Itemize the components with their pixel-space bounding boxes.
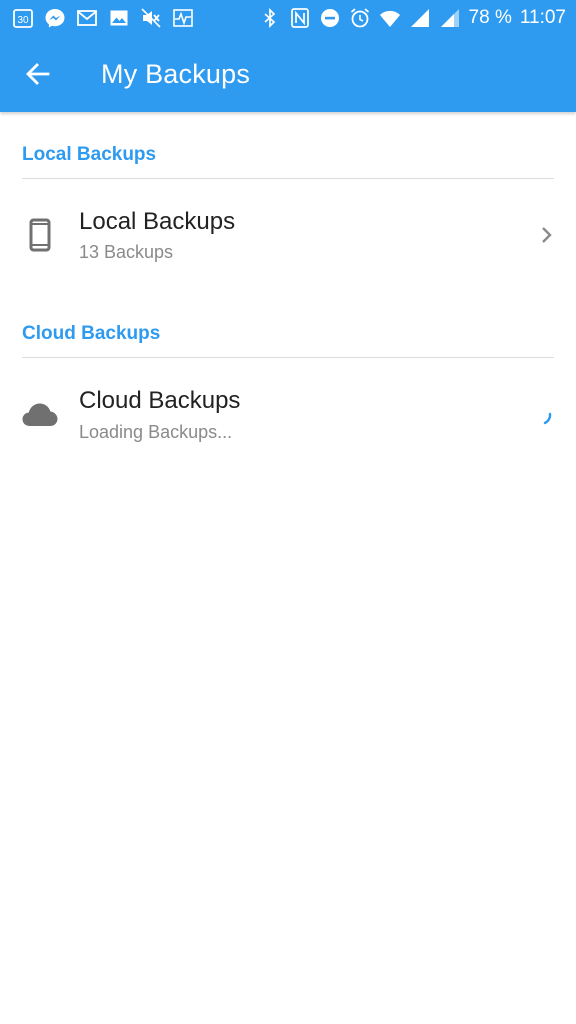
bluetooth-icon xyxy=(259,7,281,29)
system-icons: 78 % 11:07 xyxy=(259,6,566,30)
section-header-cloud: Cloud Backups xyxy=(22,323,161,344)
cloud-icon xyxy=(22,397,58,433)
arrow-back-icon xyxy=(26,63,50,85)
chevron-right-icon xyxy=(534,223,558,247)
divider xyxy=(22,357,554,358)
list-item-subtitle: Loading Backups... xyxy=(79,422,233,442)
do-not-disturb-icon xyxy=(319,7,341,29)
divider xyxy=(22,178,554,179)
list-item-subtitle: 13 Backups xyxy=(79,242,174,262)
list-item-local-backups[interactable]: Local Backups 13 Backups xyxy=(0,188,576,284)
calendar-icon: 30 xyxy=(12,7,34,29)
notification-icons: 30 xyxy=(12,6,194,30)
page-title: My Backups xyxy=(101,59,251,89)
loading-spinner-icon xyxy=(534,406,558,430)
list-item-title: Cloud Backups xyxy=(79,387,241,414)
clock: 11:07 xyxy=(519,7,566,28)
phone-icon xyxy=(22,217,58,253)
messenger-icon xyxy=(44,7,66,29)
section-header-local: Local Backups xyxy=(22,144,157,165)
status-bar: 30 78 % 11:07 xyxy=(0,0,576,36)
back-button[interactable] xyxy=(18,54,58,94)
battery-percentage: 78 % xyxy=(468,7,512,28)
list-item-title: Local Backups xyxy=(79,208,236,235)
mute-icon xyxy=(140,7,162,29)
screen: 30 78 % 11:07 My Backups Local Backups L… xyxy=(0,0,576,1024)
gmail-icon xyxy=(76,7,98,29)
list-item-cloud-backups[interactable]: Cloud Backups Loading Backups... xyxy=(0,367,576,463)
nfc-icon xyxy=(289,7,311,29)
cellular-signal-icon xyxy=(409,7,431,29)
app-bar: My Backups xyxy=(0,36,576,112)
calendar-day: 30 xyxy=(17,15,29,26)
cellular-signal-2-icon xyxy=(439,7,461,29)
wifi-icon xyxy=(379,7,401,29)
activity-icon xyxy=(172,7,194,29)
gallery-icon xyxy=(108,7,130,29)
alarm-icon xyxy=(349,7,371,29)
